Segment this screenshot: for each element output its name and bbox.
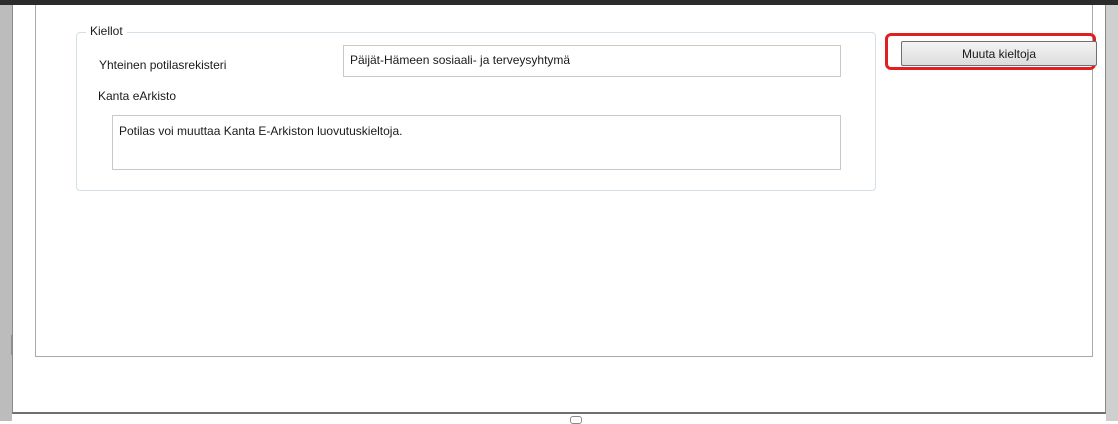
content-panel: Kiellot Yhteinen potilasrekisteri Päijät… <box>35 5 1097 357</box>
dialog-window: Kiellot Yhteinen potilasrekisteri Päijät… <box>12 5 1106 424</box>
kanta-earchive-field[interactable]: Potilas voi muuttaa Kanta E-Arkiston luo… <box>112 115 841 170</box>
shared-registry-label: Yhteinen potilasrekisteri <box>99 58 227 72</box>
restrictions-group-title: Kiellot <box>86 24 127 38</box>
change-restrictions-button[interactable]: Muuta kieltoja <box>901 41 1097 66</box>
resize-grip[interactable] <box>570 416 582 424</box>
left-window-edge <box>0 5 12 421</box>
kanta-earchive-label: Kanta eArkisto <box>98 89 177 103</box>
shared-registry-field[interactable]: Päijät-Hämeen sosiaali- ja terveysyhtymä <box>343 45 841 77</box>
right-window-edge <box>1106 5 1118 421</box>
